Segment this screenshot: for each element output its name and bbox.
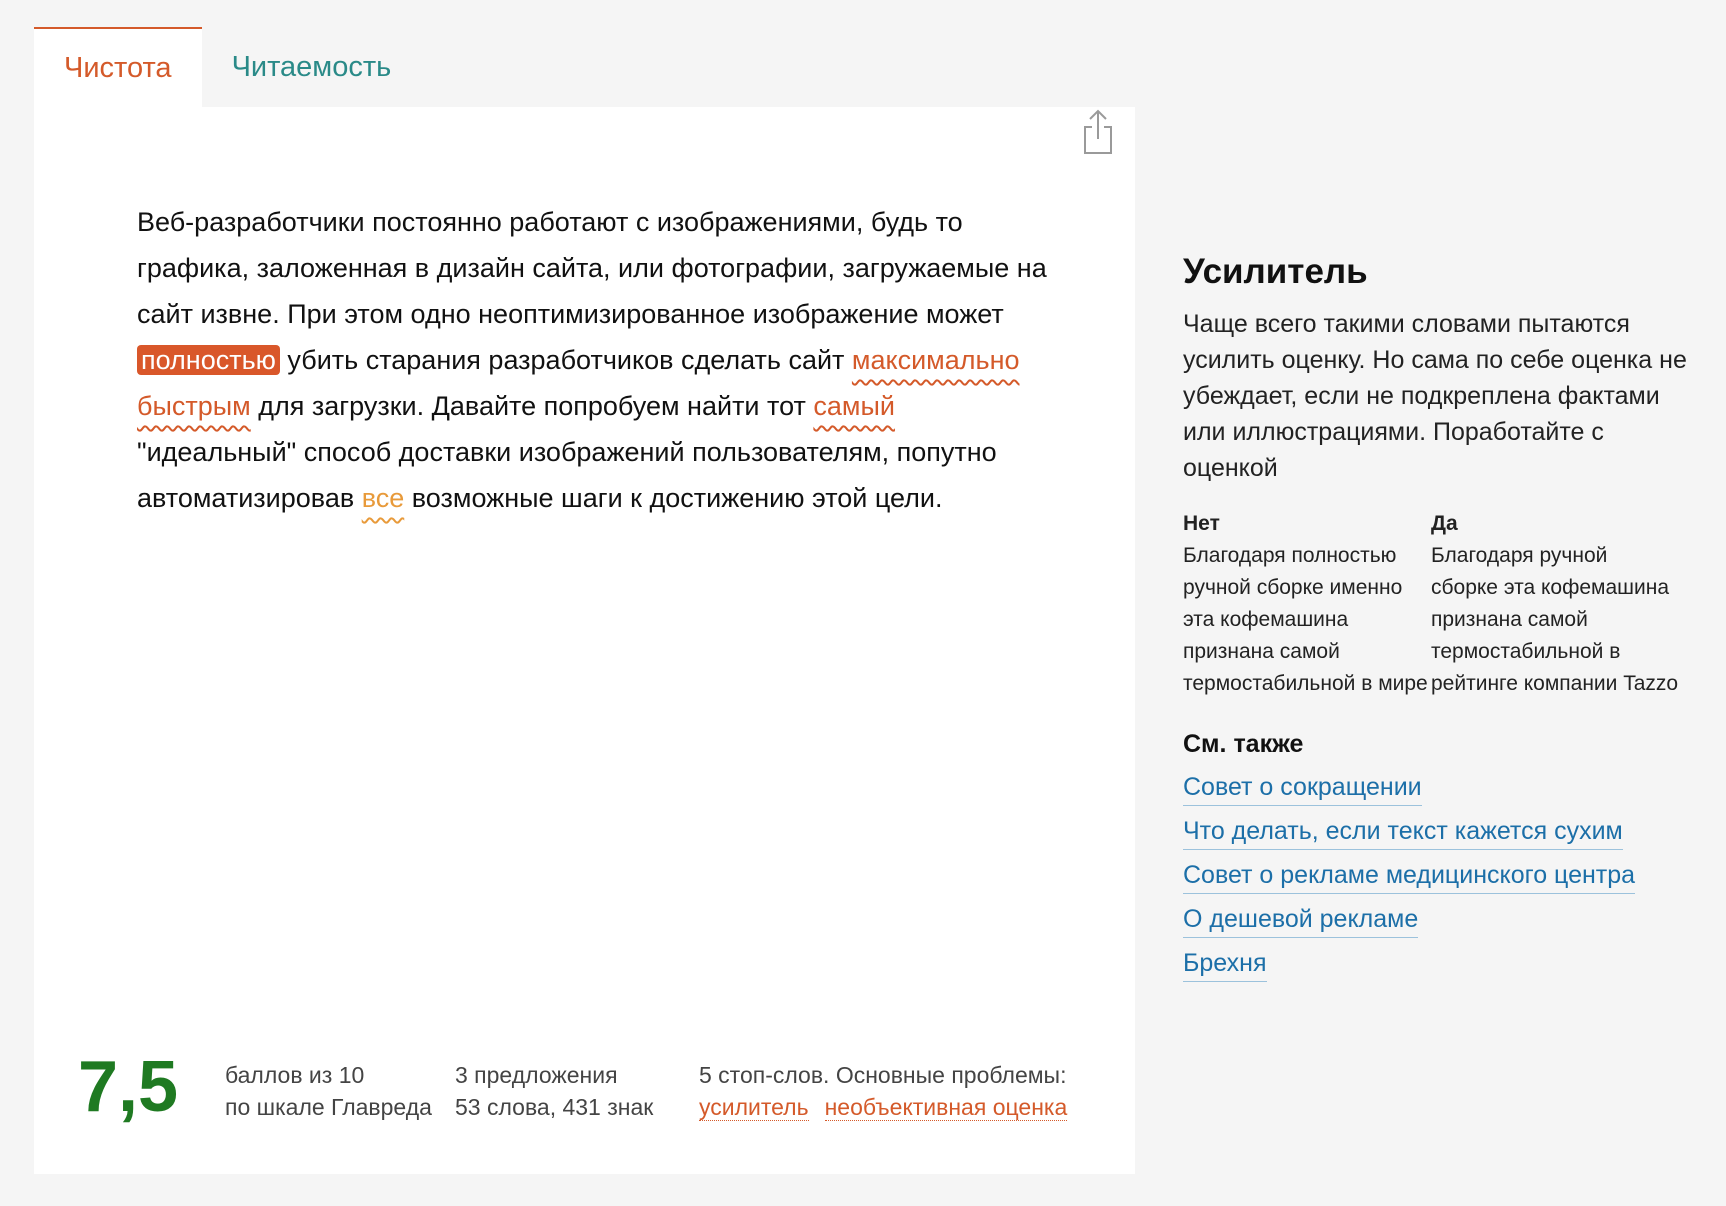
- example-yes-label: Да: [1431, 512, 1458, 535]
- editor-panel: Веб-разработчики постоянно работают с из…: [34, 107, 1135, 1174]
- stopwords-count: 5 стоп-слов. Основные проблемы:: [699, 1062, 1067, 1088]
- score-value: 7,5: [78, 1047, 179, 1127]
- example-no-text: Благодаря полностью ручной сборке именно…: [1183, 544, 1428, 695]
- word-char-count: 53 слова, 431 знак: [455, 1094, 654, 1120]
- tab-readability[interactable]: Читаемость: [202, 27, 422, 107]
- see-also-link[interactable]: Совет о сокращении: [1183, 769, 1422, 806]
- example-yes: Да Благодаря ручной сборке эта кофемашин…: [1431, 508, 1679, 700]
- highlight-selected-word[interactable]: полностью: [137, 345, 280, 375]
- text-fragment: Веб-разработчики постоянно работают с из…: [137, 207, 1047, 329]
- see-also-link[interactable]: Совет о рекламе медицинского центра: [1183, 857, 1636, 894]
- advice-description: Чаще всего такими словами пытаются усили…: [1183, 310, 1687, 482]
- highlight-weak-word[interactable]: все: [362, 483, 405, 513]
- example-no: Нет Благодаря полностью ручной сборке им…: [1183, 508, 1431, 700]
- editor-text[interactable]: Веб-разработчики постоянно работают с из…: [137, 199, 1057, 521]
- see-also-title: См. также: [1183, 730, 1304, 758]
- share-icon[interactable]: [1073, 107, 1123, 157]
- examples: Нет Благодаря полностью ручной сборке им…: [1183, 508, 1693, 700]
- score-caption-line2: по шкале Главреда: [225, 1094, 432, 1120]
- see-also-link[interactable]: О дешевой рекламе: [1183, 901, 1419, 938]
- example-no-label: Нет: [1183, 512, 1220, 535]
- text-fragment: для загрузки. Давайте попробуем найти то…: [250, 391, 814, 421]
- see-also-links: Совет о сокращении Что делать, если текс…: [1183, 769, 1693, 989]
- highlight-word[interactable]: быстрым: [137, 391, 251, 421]
- advice-sidebar: Усилитель Чаще всего такими словами пыта…: [1183, 248, 1693, 989]
- problems-summary: 5 стоп-слов. Основные проблемы: усилител…: [699, 1059, 1083, 1123]
- highlight-word[interactable]: самый: [813, 391, 895, 421]
- problem-link-amplifier[interactable]: усилитель: [699, 1094, 809, 1121]
- highlight-word[interactable]: максимально: [852, 345, 1020, 375]
- score-caption-line1: баллов из 10: [225, 1062, 365, 1088]
- example-yes-text: Благодаря ручной сборке эта кофемашина п…: [1431, 544, 1679, 695]
- sentence-count: 3 предложения: [455, 1062, 618, 1088]
- see-also-link[interactable]: Брехня: [1183, 945, 1267, 982]
- text-fragment: убить старания разработчиков сделать сай…: [279, 345, 852, 375]
- tab-clarity[interactable]: Чистота: [34, 27, 202, 107]
- advice-title: Усилитель: [1183, 252, 1368, 291]
- tab-bar: Чистота Читаемость: [34, 27, 421, 107]
- text-fragment: возможные шаги к достижению этой цели.: [404, 483, 943, 513]
- score-caption: баллов из 10 по шкале Главреда: [225, 1059, 432, 1123]
- text-counts: 3 предложения 53 слова, 431 знак: [455, 1059, 653, 1123]
- see-also-link[interactable]: Что делать, если текст кажется сухим: [1183, 813, 1623, 850]
- problem-link-biased-assessment[interactable]: необъективная оценка: [824, 1094, 1068, 1121]
